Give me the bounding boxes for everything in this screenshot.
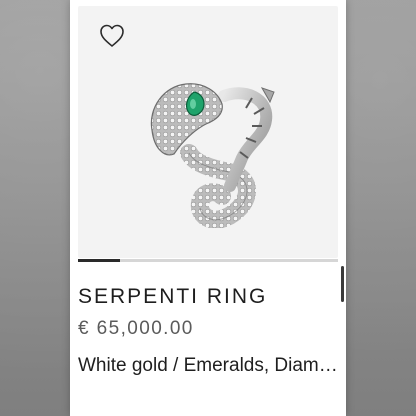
- product-description: White gold / Emeralds, Diamonds: [78, 355, 338, 376]
- product-card[interactable]: SERPENTI RING € 65,000.00 White gold / E…: [70, 0, 346, 416]
- scrollbar-thumb[interactable]: [341, 266, 344, 302]
- heart-outline-icon[interactable]: [98, 22, 126, 50]
- product-image-area[interactable]: [78, 6, 338, 258]
- product-price: € 65,000.00: [78, 318, 194, 339]
- serpenti-ring-image: [150, 83, 275, 228]
- carousel-progress-indicator: [78, 259, 120, 262]
- carousel-progress-track: [78, 259, 338, 262]
- product-title[interactable]: SERPENTI RING: [78, 285, 267, 309]
